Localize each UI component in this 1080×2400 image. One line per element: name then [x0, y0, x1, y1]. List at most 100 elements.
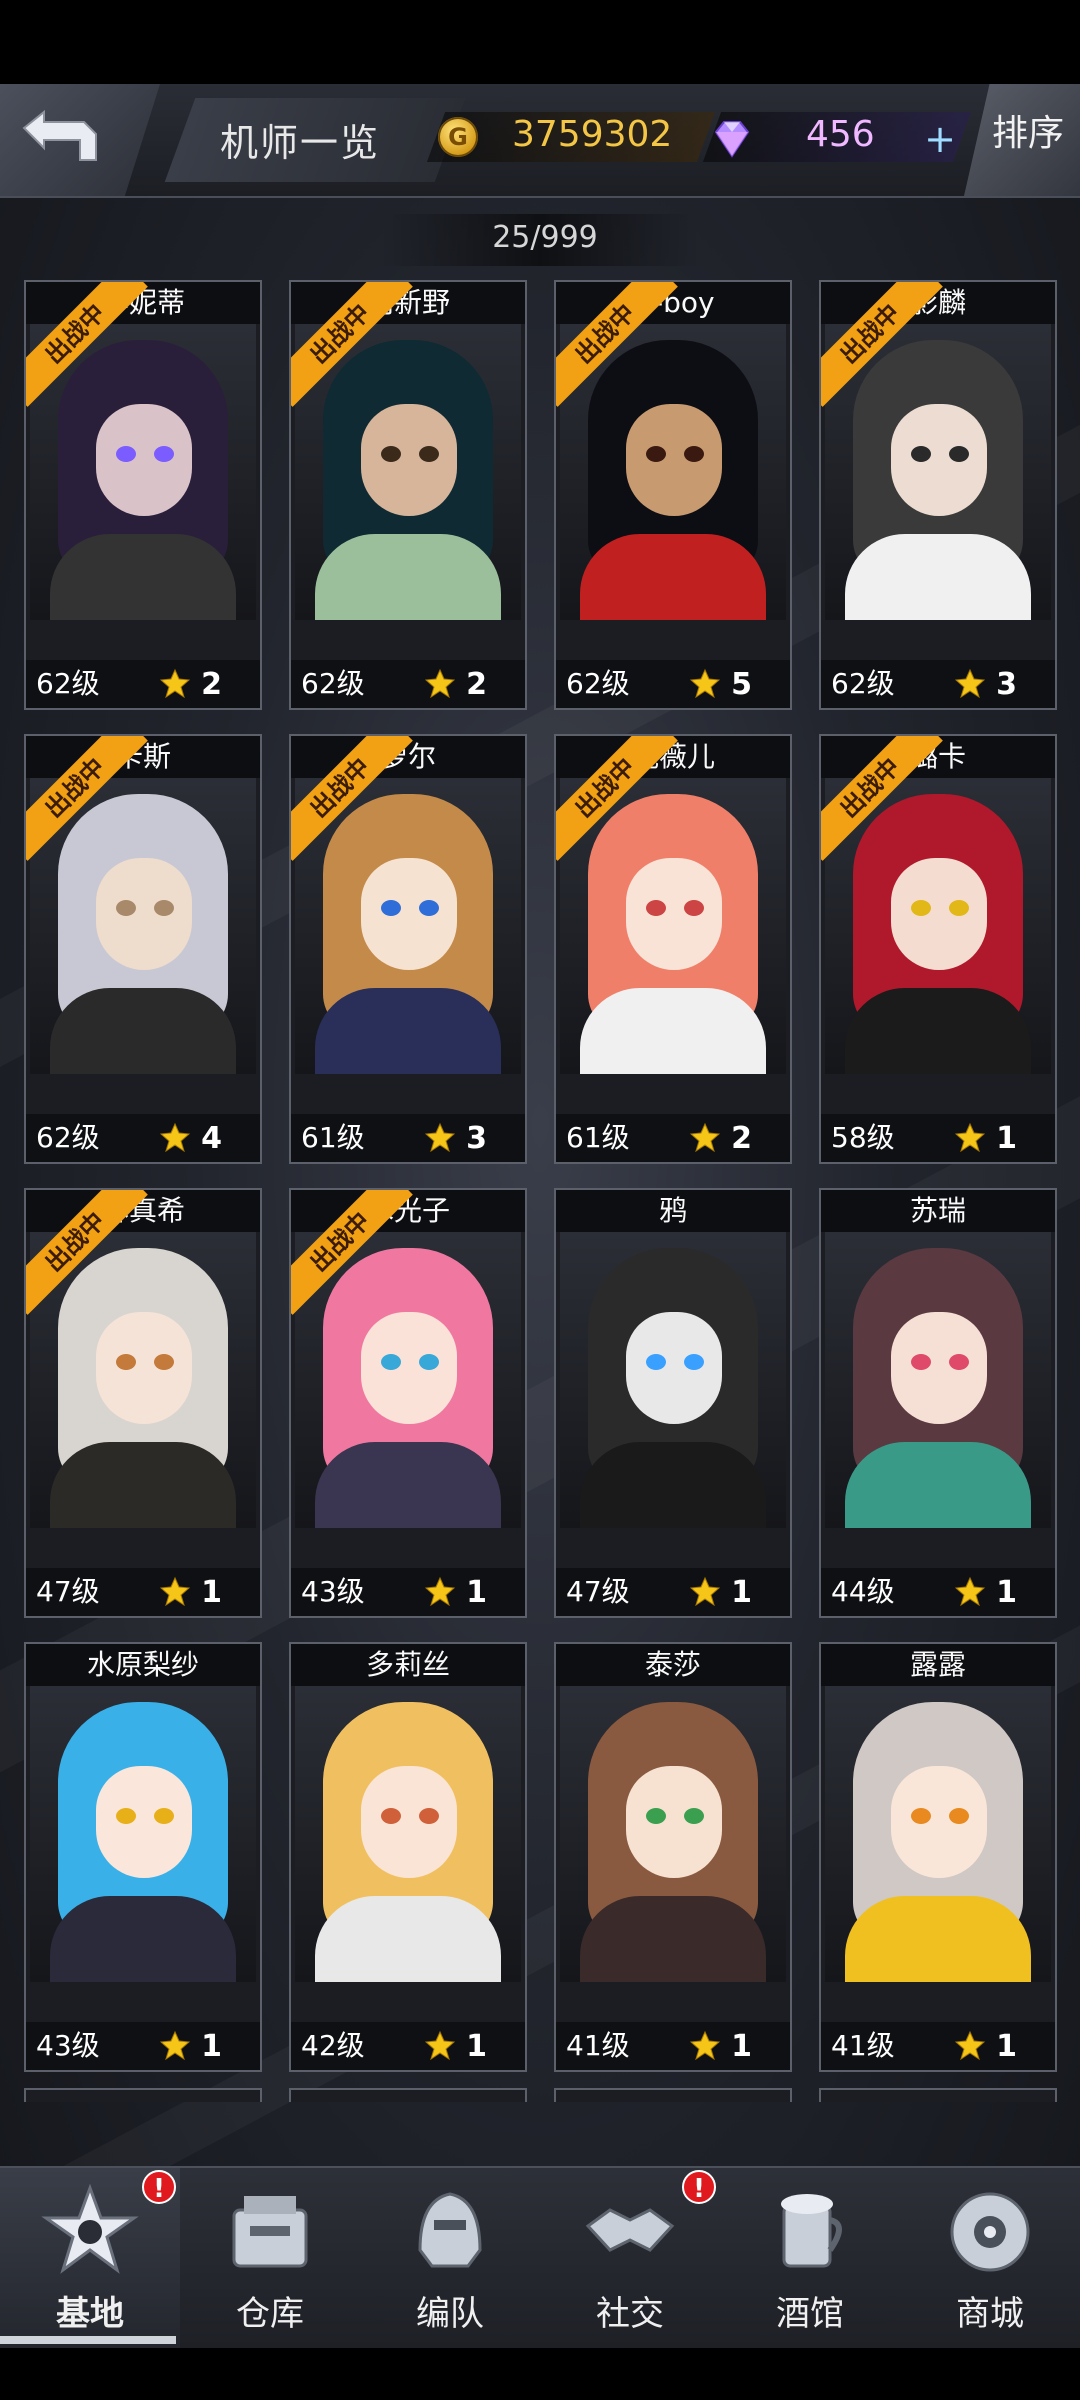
pilot-card[interactable]: 苏瑞 44级 1	[819, 1188, 1057, 1618]
star-icon	[425, 668, 455, 698]
pilot-name: 苏瑞	[821, 1190, 1055, 1232]
pilot-portrait	[560, 1232, 786, 1528]
pilot-level: 61级	[566, 1121, 630, 1154]
pilot-star-count: 2	[201, 667, 222, 702]
pilot-star-count: 1	[996, 1121, 1017, 1156]
star-icon	[425, 2030, 455, 2060]
star-icon	[690, 668, 720, 698]
pilot-star-count: 3	[466, 1121, 487, 1156]
pilot-star-count: 1	[996, 1575, 1017, 1610]
pilot-level: 62级	[566, 667, 630, 700]
pilot-name: 水原梨纱	[26, 1644, 260, 1686]
pilot-portrait	[295, 1686, 521, 1982]
pilot-card[interactable]: 水原梨纱 43级 1	[24, 1642, 262, 2072]
pilot-star-count: 2	[466, 667, 487, 702]
pilot-name: 多莉丝	[291, 1644, 525, 1686]
pilot-card[interactable]: 林真希 47级 1 出战中	[24, 1188, 262, 1618]
pilot-card[interactable]: 妮薇儿 61级 2 出战中	[554, 734, 792, 1164]
pilot-level: 47级	[36, 1575, 100, 1608]
pilot-level: 61级	[301, 1121, 365, 1154]
nav-tab-formation[interactable]: 编队	[360, 2168, 540, 2348]
pilot-card[interactable]: 萝尔 61级 3 出战中	[289, 734, 527, 1164]
pilot-level: 62级	[36, 1121, 100, 1154]
star-icon	[955, 1122, 985, 1152]
pilot-portrait	[30, 1686, 256, 1982]
pilot-portrait	[560, 1686, 786, 1982]
gold-coin-icon: G	[438, 117, 478, 157]
pilot-card-partial[interactable]	[24, 2088, 262, 2102]
pilot-portrait	[825, 1686, 1051, 1982]
pilot-level: 62级	[301, 667, 365, 700]
pilot-card-partial[interactable]	[289, 2088, 527, 2102]
pilot-portrait	[825, 1232, 1051, 1528]
pilot-level: 42级	[301, 2029, 365, 2062]
pilot-level: 44级	[831, 1575, 895, 1608]
pilot-star-count: 1	[996, 2029, 1017, 2064]
pilot-card[interactable]: 影麟 62级 3 出战中	[819, 280, 1057, 710]
handshake-icon	[585, 2208, 675, 2252]
nav-tab-label: 基地	[56, 2294, 124, 2334]
pilot-star-count: 1	[466, 2029, 487, 2064]
nav-tab-base[interactable]: 基地!	[0, 2168, 180, 2348]
warehouse-icon	[232, 2196, 308, 2268]
star-icon	[955, 668, 985, 698]
diamond-icon	[714, 121, 750, 158]
pilot-star-count: 3	[996, 667, 1017, 702]
nav-tab-shop[interactable]: 商城	[900, 2168, 1080, 2348]
pilot-card[interactable]: 泰莎 41级 1	[554, 1642, 792, 2072]
pilot-card[interactable]: 木光子 43级 1 出战中	[289, 1188, 527, 1618]
nav-tab-warehouse[interactable]: 仓库	[180, 2168, 360, 2348]
sort-button-label[interactable]: 排序	[992, 104, 1064, 156]
pilot-star-count: 5	[731, 667, 752, 702]
pilot-level: 47级	[566, 1575, 630, 1608]
pilot-card[interactable]: 卡斯 62级 4 出战中	[24, 734, 262, 1164]
pilot-card[interactable]: D-boy 62级 5 出战中	[554, 280, 792, 710]
back-arrow-icon	[22, 109, 97, 161]
nav-tab-label: 商城	[956, 2294, 1024, 2334]
pilot-level: 62级	[831, 667, 895, 700]
shop-icon	[950, 2192, 1030, 2272]
pilot-star-count: 4	[201, 1121, 222, 1156]
base-icon	[41, 2183, 139, 2274]
pilot-card[interactable]: 羽新野 62级 2 出战中	[289, 280, 527, 710]
pilot-star-count: 1	[201, 2029, 222, 2064]
pilot-level: 41级	[831, 2029, 895, 2062]
nav-tab-tavern[interactable]: 酒馆	[720, 2168, 900, 2348]
pilot-card-partial[interactable]	[554, 2088, 792, 2102]
pilot-level: 43级	[301, 1575, 365, 1608]
alert-badge: !	[682, 2170, 716, 2204]
tavern-icon	[781, 2194, 842, 2268]
nav-tab-label: 仓库	[236, 2294, 304, 2334]
pilot-star-count: 1	[466, 1575, 487, 1610]
pilot-star-count: 1	[201, 1575, 222, 1610]
pilot-level: 41级	[566, 2029, 630, 2062]
pilot-level: 62级	[36, 667, 100, 700]
pilot-star-count: 2	[731, 1121, 752, 1156]
formation-icon	[418, 2192, 482, 2268]
active-tab-indicator	[0, 2336, 176, 2344]
star-icon	[160, 668, 190, 698]
nav-tab-label: 编队	[416, 2294, 484, 2334]
star-icon	[160, 2030, 190, 2060]
star-icon	[160, 1122, 190, 1152]
gold-amount: 3759302	[512, 114, 673, 155]
pilot-card[interactable]: 李妮蒂 62级 2 出战中	[24, 280, 262, 710]
pilot-card[interactable]: 璐卡 58级 1 出战中	[819, 734, 1057, 1164]
nav-tab-label: 社交	[596, 2294, 664, 2334]
pilot-card[interactable]: 鸦 47级 1	[554, 1188, 792, 1618]
nav-tab-handshake[interactable]: 社交!	[540, 2168, 720, 2348]
pilot-level: 43级	[36, 2029, 100, 2062]
pilot-card-partial[interactable]	[819, 2088, 1057, 2102]
pilot-card[interactable]: 露露 41级 1	[819, 1642, 1057, 2072]
page-title: 机师一览	[220, 121, 381, 165]
star-icon	[955, 2030, 985, 2060]
pilot-star-count: 1	[731, 2029, 752, 2064]
pilot-name: 露露	[821, 1644, 1055, 1686]
star-icon	[160, 1576, 190, 1606]
nav-tab-label: 酒馆	[776, 2294, 844, 2334]
system-bar	[0, 2348, 1080, 2400]
add-gems-button[interactable]: +	[922, 120, 958, 158]
pilot-card[interactable]: 多莉丝 42级 1	[289, 1642, 527, 2072]
alert-badge: !	[142, 2170, 176, 2204]
gem-amount: 456	[806, 114, 875, 155]
